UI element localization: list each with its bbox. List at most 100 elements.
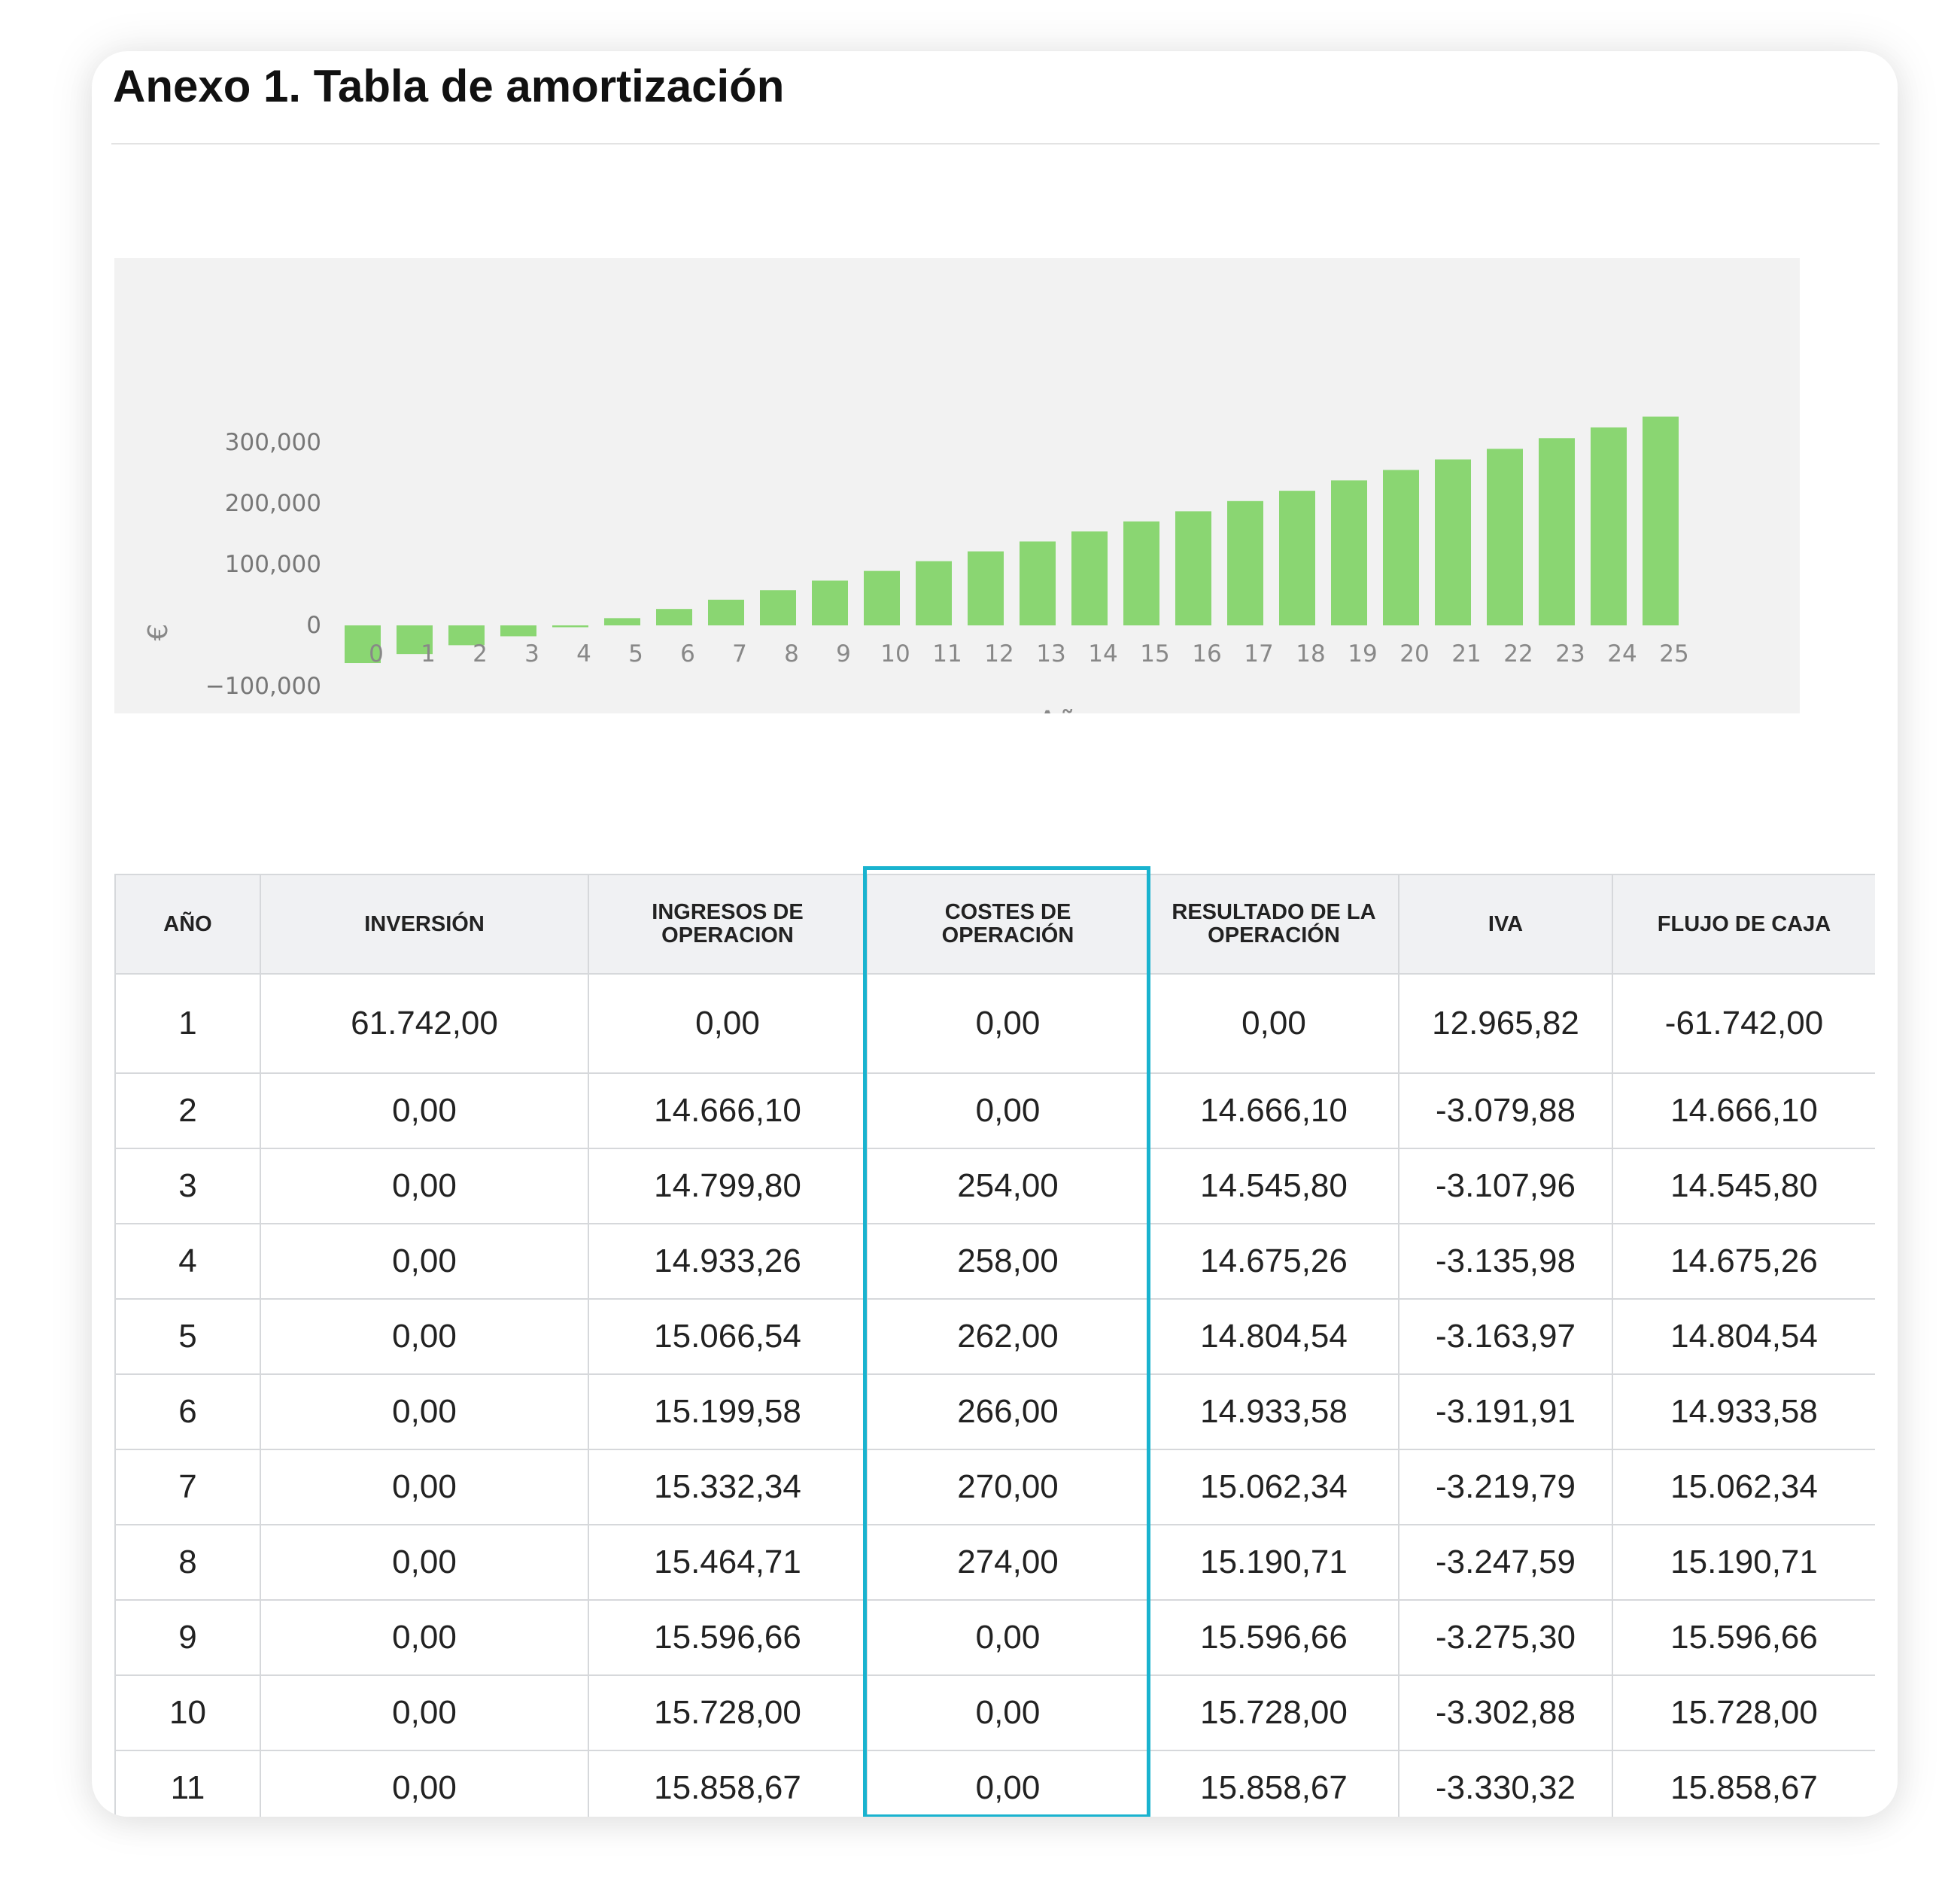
header-costes: COSTES DE OPERACIÓN [866,874,1150,975]
cell-ano: 4 [114,1223,261,1300]
bar [1227,500,1263,625]
x-tick-label: 3 [524,640,539,668]
cell-ingresos: 15.596,66 [588,1599,868,1676]
header-resultado-line: RESULTADO DE LA [1172,900,1376,924]
table-header-row: AÑO INVERSIÓN INGRESOS DE OPERACION COSTES D… [114,874,1875,975]
cell-inversion: 0,00 [260,1674,589,1751]
cell-ano: 6 [114,1373,261,1450]
header-ingresos: INGRESOS DE OPERACION [588,874,868,975]
cell-iva: -3.191,91 [1398,1373,1613,1450]
cell-inversion: 0,00 [260,1148,589,1224]
bar [1487,449,1523,625]
x-tick-label: 16 [1192,640,1221,668]
cell-flujo: 14.804,54 [1612,1298,1875,1375]
cell-inversion: 0,00 [260,1373,589,1450]
x-tick-label: 1 [421,640,436,668]
cell-flujo: 15.858,67 [1612,1750,1875,1817]
cell-flujo: 15.190,71 [1612,1524,1875,1601]
cell-costes: 274,00 [866,1524,1150,1601]
x-tick-label: 0 [369,640,384,668]
cell-ano: 2 [114,1072,261,1149]
page-title: Anexo 1. Tabla de amortización [113,61,785,111]
bar [916,561,952,625]
cell-resultado: 15.728,00 [1148,1674,1399,1751]
header-ano: AÑO [114,874,261,975]
header-inversion: INVERSIÓN [260,874,589,975]
cash-flow-chart: −100,000 0 100,000 200,000 300,000 0 1 2 3 4 5 6 7 8 9… [114,258,1800,713]
chart-svg: −100,0000100,000200,000300,0000 1 2 3 4 5 6 7 8 9… [114,258,1800,713]
bar [968,551,1004,625]
table-row: 6 0,00 15.199,58 266,00 14.933,58 -3.191,91 14… [114,1373,1875,1450]
cell-ingresos: 14.799,80 [588,1148,868,1224]
table-row: 1 61.742,00 0,00 0,00 0,00 12.965,82 -61.742,0… [114,973,1875,1074]
table-row: 7 0,00 15.332,34 270,00 15.062,34 -3.219,79 15… [114,1449,1875,1525]
x-tick-label: 8 [784,640,799,668]
cell-ano: 10 [114,1674,261,1751]
bar [1435,459,1471,625]
x-tick-label: 20 [1399,640,1429,668]
header-ingresos-line: OPERACION [661,923,794,947]
table-row: 11 0,00 15.858,67 0,00 15.858,67 -3.330,32 15.… [114,1750,1875,1817]
cell-ingresos: 15.464,71 [588,1524,868,1601]
cell-flujo: 14.666,10 [1612,1072,1875,1149]
header-ano-line: AÑO [163,911,212,936]
cell-ingresos: 15.728,00 [588,1674,868,1751]
cell-ano: 1 [114,973,261,1074]
cell-costes: 266,00 [866,1373,1150,1450]
table-row: 5 0,00 15.066,54 262,00 14.804,54 -3.163,97 14… [114,1298,1875,1375]
bar [708,599,744,625]
cell-costes: 0,00 [866,1750,1150,1817]
cell-flujo: 15.596,66 [1612,1599,1875,1676]
bar [1383,470,1419,625]
table-row: 2 0,00 14.666,10 0,00 14.666,10 -3.079,88 14.6… [114,1072,1875,1149]
x-tick-label: 12 [984,640,1014,668]
y-tick-label: −100,000 [205,673,321,700]
table-row: 3 0,00 14.799,80 254,00 14.545,80 -3.107,96 14… [114,1148,1875,1224]
cell-ano: 11 [114,1750,261,1817]
bar [760,590,796,625]
cell-flujo: 15.728,00 [1612,1674,1875,1751]
cell-resultado: 14.804,54 [1148,1298,1399,1375]
bar [1071,531,1108,625]
cell-inversion: 0,00 [260,1524,589,1601]
x-tick-label: 23 [1555,640,1585,668]
cell-flujo: 14.933,58 [1612,1373,1875,1450]
cell-ingresos: 15.066,54 [588,1298,868,1375]
cell-flujo: 15.062,34 [1612,1449,1875,1525]
cell-resultado: 15.062,34 [1148,1449,1399,1525]
cell-flujo: 14.675,26 [1612,1223,1875,1300]
bar [1643,416,1679,625]
cell-resultado: 15.858,67 [1148,1750,1399,1817]
cell-ingresos: 14.666,10 [588,1072,868,1149]
x-tick-label: 5 [628,640,643,668]
bar [1591,427,1627,625]
bar [656,609,692,625]
cell-costes: 258,00 [866,1223,1150,1300]
cell-iva: -3.247,59 [1398,1524,1613,1601]
cell-resultado: 14.933,58 [1148,1373,1399,1450]
cell-inversion: 0,00 [260,1449,589,1525]
header-iva-line: IVA [1488,911,1524,936]
cell-iva: -3.302,88 [1398,1674,1613,1751]
x-tick-label: 6 [680,640,695,668]
bar [864,570,900,625]
cell-resultado: 14.675,26 [1148,1223,1399,1300]
cell-costes: 0,00 [866,1599,1150,1676]
header-costes-line: OPERACIÓN [941,923,1074,947]
cell-ano: 5 [114,1298,261,1375]
cell-ano: 9 [114,1599,261,1676]
bar [1020,541,1056,625]
cell-resultado: 14.666,10 [1148,1072,1399,1149]
cell-resultado: 0,00 [1148,973,1399,1074]
cell-costes: 262,00 [866,1298,1150,1375]
cell-iva: -3.107,96 [1398,1148,1613,1224]
bar [1123,521,1159,625]
cell-inversion: 0,00 [260,1599,589,1676]
x-tick-label: 24 [1607,640,1637,668]
cell-inversion: 0,00 [260,1223,589,1300]
cell-flujo: 14.545,80 [1612,1148,1875,1224]
x-tick-label: 7 [732,640,747,668]
cell-costes: 0,00 [866,1674,1150,1751]
x-tick-label: 11 [932,640,962,668]
bar [1279,491,1315,625]
